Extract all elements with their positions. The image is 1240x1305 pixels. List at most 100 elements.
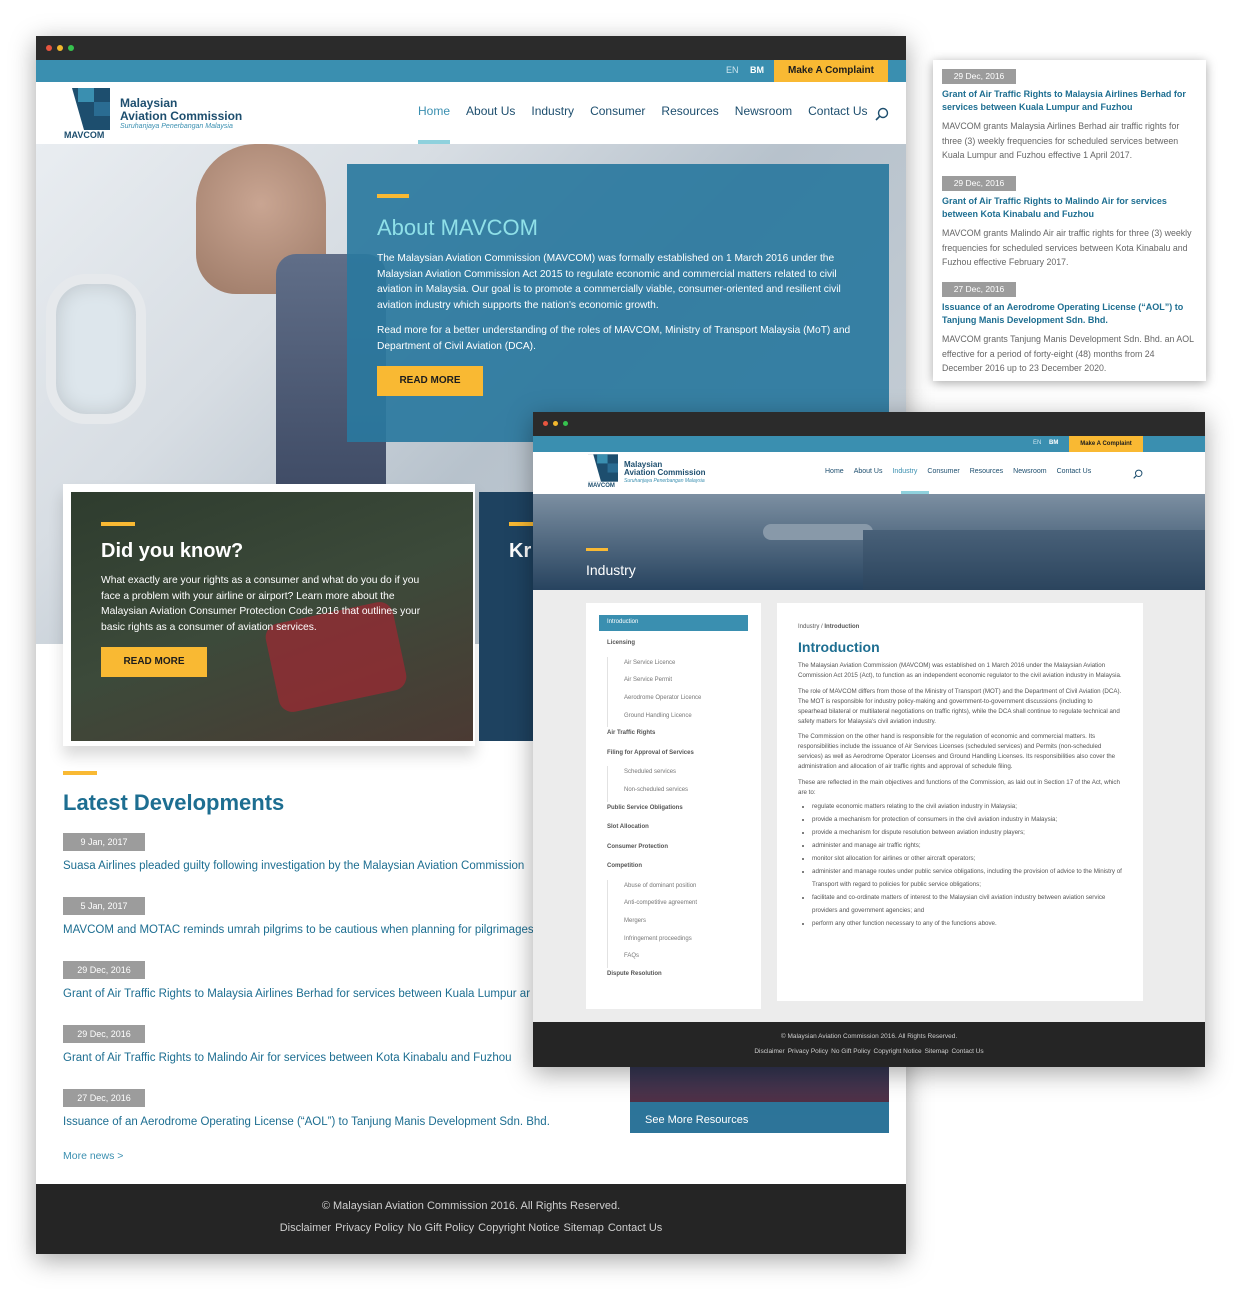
news-date-badge: 29 Dec, 2016	[942, 69, 1016, 84]
sidebar-item[interactable]: Infringement proceedings	[607, 932, 748, 951]
list-item: perform any other function necessary to …	[812, 917, 1122, 930]
news-link[interactable]: Suasa Airlines pleaded guilty following …	[63, 860, 533, 872]
footer-link-privacy[interactable]: Privacy Policy	[788, 1048, 828, 1055]
list-item: 27 Dec, 2016 Issuance of an Aerodrome Op…	[942, 279, 1197, 379]
industry-content: Industry / Introduction Introduction The…	[777, 603, 1143, 1001]
latest-title: Latest Developments	[63, 790, 285, 815]
news-link[interactable]: Grant of Air Traffic Rights to Malaysia …	[942, 88, 1197, 114]
lang-bm-link[interactable]: BM	[750, 65, 764, 75]
minimize-dot-icon[interactable]	[553, 421, 558, 426]
about-para2: Read more for a better understanding of …	[377, 325, 851, 352]
dyk-read-more-button[interactable]: READ MORE	[101, 647, 207, 677]
breadcrumb-parent[interactable]: Industry	[798, 624, 819, 630]
sidebar-item[interactable]: Public Service Obligations	[599, 802, 748, 822]
footer-link-no-gift[interactable]: No Gift Policy	[408, 1222, 475, 1234]
footer-link-no-gift[interactable]: No Gift Policy	[831, 1048, 870, 1055]
nav-resources[interactable]: Resources	[970, 468, 1003, 475]
make-complaint-button[interactable]: Make A Complaint	[774, 60, 888, 82]
lang-en-link[interactable]: EN	[726, 65, 739, 75]
nav-consumer[interactable]: Consumer	[590, 104, 645, 118]
nav-about[interactable]: About Us	[854, 468, 883, 475]
search-icon[interactable]	[1133, 469, 1143, 479]
sidebar-item[interactable]: Competition	[599, 860, 748, 880]
footer-link-sitemap[interactable]: Sitemap	[925, 1048, 949, 1055]
more-news-link[interactable]: More news >	[63, 1150, 533, 1162]
search-icon[interactable]	[875, 107, 889, 121]
sidebar-item[interactable]: Aerodrome Operator Licence	[607, 691, 748, 710]
logo[interactable]: MAVCOM Malaysian Aviation Commission Sur…	[64, 88, 244, 142]
list-item: 27 Dec, 2016 Issuance of an Aerodrome Op…	[63, 1088, 550, 1144]
news-link[interactable]: Grant of Air Traffic Rights to Malindo A…	[63, 1052, 533, 1064]
nav-industry[interactable]: Industry	[531, 104, 574, 118]
news-link[interactable]: Grant of Air Traffic Rights to Malaysia …	[63, 988, 533, 1000]
site-footer: © Malaysian Aviation Commission 2016. Al…	[36, 1184, 906, 1254]
footer-link-contact[interactable]: Contact Us	[951, 1048, 983, 1055]
list-item: monitor slot allocation for airlines or …	[812, 852, 1122, 865]
close-dot-icon[interactable]	[543, 421, 548, 426]
maximize-dot-icon[interactable]	[563, 421, 568, 426]
sidebar-item[interactable]: Licensing	[599, 637, 748, 657]
footer-link-contact[interactable]: Contact Us	[608, 1222, 662, 1234]
did-you-know-card: Did you know? What exactly are your righ…	[71, 492, 473, 741]
sidebar-item[interactable]: Air Traffic Rights	[599, 727, 748, 747]
sidebar-item[interactable]: Slot Allocation	[599, 821, 748, 841]
news-link[interactable]: Issuance of an Aerodrome Operating Licen…	[942, 301, 1197, 327]
about-read-more-button[interactable]: READ MORE	[377, 366, 483, 396]
nav-newsroom[interactable]: Newsroom	[735, 104, 792, 118]
footer-link-copyright[interactable]: Copyright Notice	[874, 1048, 922, 1055]
make-complaint-button[interactable]: Make A Complaint	[1069, 436, 1143, 452]
nav-industry[interactable]: Industry	[892, 468, 917, 475]
logo-line2: Aviation Commission	[120, 109, 243, 123]
sidebar-item[interactable]: Introduction	[599, 615, 748, 631]
news-date-badge: 9 Jan, 2017	[63, 833, 145, 851]
news-link[interactable]: MAVCOM and MOTAC reminds umrah pilgrims …	[63, 924, 534, 936]
nav-home[interactable]: Home	[418, 104, 450, 118]
news-link[interactable]: Issuance of an Aerodrome Operating Licen…	[63, 1116, 550, 1128]
nav-consumer[interactable]: Consumer	[927, 468, 959, 475]
news-summary: MAVCOM grants Tanjung Manis Development …	[942, 334, 1194, 373]
about-para1: The Malaysian Aviation Commission (MAVCO…	[377, 253, 841, 311]
logo-short: MAVCOM	[64, 130, 105, 140]
sidebar-item[interactable]: Filing for Approval of Services	[599, 747, 748, 767]
minimize-dot-icon[interactable]	[57, 45, 63, 51]
sidebar-item[interactable]: Anti-competitive agreement	[607, 897, 748, 915]
see-more-resources-button[interactable]: See More Resources	[630, 1102, 889, 1133]
sidebar-item[interactable]: Scheduled services	[607, 766, 748, 784]
nav-newsroom[interactable]: Newsroom	[1013, 468, 1046, 475]
logo[interactable]: MAVCOM Malaysian Aviation Commission Sur…	[588, 454, 708, 492]
sidebar-item[interactable]: Mergers	[607, 915, 748, 933]
airplane-window-decor	[46, 274, 146, 424]
footer-links: Disclaimer Privacy Policy No Gift Policy…	[533, 1048, 1205, 1055]
footer-link-privacy[interactable]: Privacy Policy	[335, 1222, 403, 1234]
sidebar-item[interactable]: Air Service Permit	[607, 674, 748, 692]
footer-copyright: © Malaysian Aviation Commission 2016. Al…	[780, 1033, 958, 1040]
news-date-badge: 29 Dec, 2016	[63, 1025, 145, 1043]
mavcom-logo-mark-icon	[588, 454, 618, 482]
sidebar-item[interactable]: FAQs	[607, 950, 748, 969]
sidebar-item[interactable]: Ground Handling Licence	[607, 709, 748, 728]
nav-contact[interactable]: Contact Us	[808, 104, 867, 118]
nav-about[interactable]: About Us	[466, 104, 515, 118]
footer-link-sitemap[interactable]: Sitemap	[564, 1222, 604, 1234]
nav-resources[interactable]: Resources	[661, 104, 718, 118]
maximize-dot-icon[interactable]	[68, 45, 74, 51]
news-link[interactable]: Grant of Air Traffic Rights to Malindo A…	[942, 195, 1197, 221]
lang-en-link[interactable]: EN	[1033, 440, 1041, 446]
functions-list: regulate economic matters relating to th…	[798, 800, 1122, 930]
sidebar-item[interactable]: Air Service Licence	[607, 656, 748, 675]
about-card: About MAVCOM The Malaysian Aviation Comm…	[347, 164, 889, 442]
footer-link-disclaimer[interactable]: Disclaimer	[280, 1222, 331, 1234]
sidebar-item[interactable]: Non-scheduled services	[607, 783, 748, 802]
nav-contact[interactable]: Contact Us	[1057, 468, 1092, 475]
close-dot-icon[interactable]	[46, 45, 52, 51]
industry-banner: Industry	[533, 494, 1205, 590]
intro-paragraph: The Commission on the other hand is resp…	[798, 733, 1116, 771]
footer-copyright: © Malaysian Aviation Commission 2016. Al…	[321, 1200, 621, 1212]
sidebar-item[interactable]: Abuse of dominant position	[607, 879, 748, 898]
nav-home[interactable]: Home	[825, 468, 844, 475]
sidebar-item[interactable]: Consumer Protection	[599, 841, 748, 861]
footer-link-copyright[interactable]: Copyright Notice	[478, 1222, 559, 1234]
footer-link-disclaimer[interactable]: Disclaimer	[754, 1048, 784, 1055]
sidebar-item[interactable]: Dispute Resolution	[599, 968, 748, 988]
lang-bm-link[interactable]: BM	[1049, 440, 1058, 446]
